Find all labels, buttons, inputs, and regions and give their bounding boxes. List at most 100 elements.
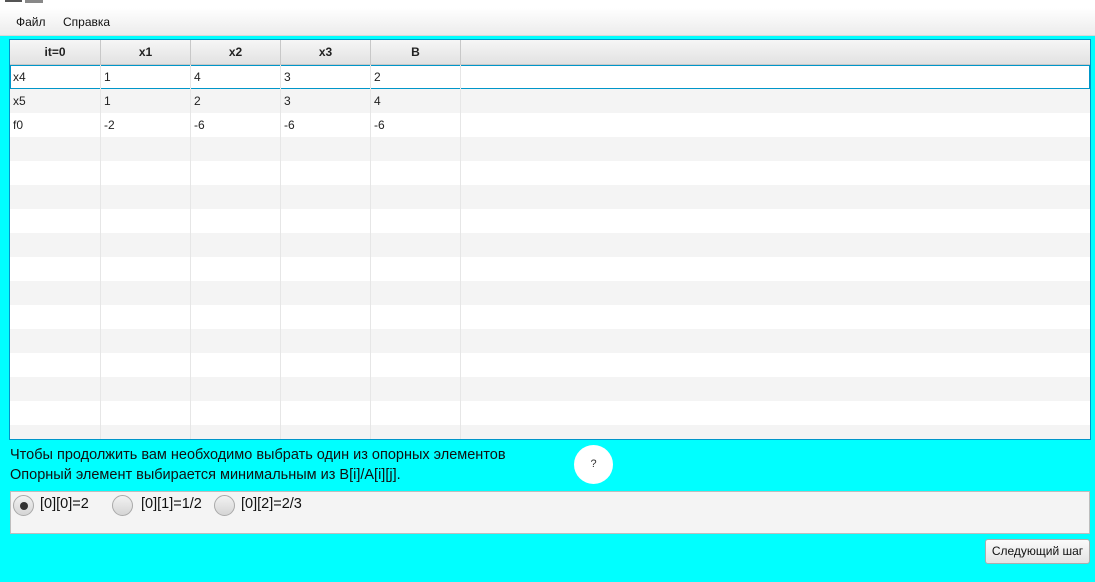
table-cell[interactable] xyxy=(10,233,101,257)
table-cell[interactable] xyxy=(281,233,371,257)
table-cell[interactable] xyxy=(101,185,191,209)
radio-button[interactable] xyxy=(214,495,235,516)
table-cell[interactable] xyxy=(10,185,101,209)
table-row[interactable] xyxy=(10,137,1090,161)
table-cell[interactable] xyxy=(371,185,461,209)
table-cell[interactable] xyxy=(10,209,101,233)
table-cell[interactable]: f0 xyxy=(10,113,101,137)
table-cell[interactable] xyxy=(10,329,101,353)
table-cell[interactable]: 3 xyxy=(281,65,371,89)
table-cell[interactable] xyxy=(101,377,191,401)
column-header-x2[interactable]: x2 xyxy=(191,40,281,65)
table-row[interactable]: x5 1 2 3 4 xyxy=(10,89,1090,113)
table-cell[interactable] xyxy=(281,329,371,353)
table-cell[interactable] xyxy=(191,281,281,305)
table-row[interactable] xyxy=(10,329,1090,353)
table-row[interactable] xyxy=(10,425,1090,439)
table-row[interactable]: f0 -2 -6 -6 -6 xyxy=(10,113,1090,137)
table-row[interactable] xyxy=(10,161,1090,185)
table-cell[interactable] xyxy=(10,401,101,425)
table-cell[interactable] xyxy=(101,257,191,281)
menu-help[interactable]: Справка xyxy=(63,15,110,29)
table-cell[interactable]: x4 xyxy=(10,65,101,89)
help-button[interactable]: ? xyxy=(574,445,613,484)
table-cell[interactable] xyxy=(191,209,281,233)
table-row[interactable]: x4 1 4 3 2 xyxy=(10,65,1090,89)
table-cell[interactable] xyxy=(371,161,461,185)
table-cell[interactable] xyxy=(281,161,371,185)
pivot-option-0[interactable]: [0][0]=2 xyxy=(13,494,108,516)
table-cell[interactable] xyxy=(371,233,461,257)
table-cell[interactable] xyxy=(191,401,281,425)
table-cell[interactable] xyxy=(371,425,461,439)
table-cell[interactable] xyxy=(281,185,371,209)
table-cell[interactable] xyxy=(191,329,281,353)
table-cell[interactable]: 1 xyxy=(101,65,191,89)
menu-file[interactable]: Файл xyxy=(16,15,46,29)
table-cell[interactable] xyxy=(10,425,101,439)
table-cell[interactable] xyxy=(371,377,461,401)
table-cell[interactable] xyxy=(101,353,191,377)
table-cell[interactable] xyxy=(101,425,191,439)
table-cell[interactable] xyxy=(101,137,191,161)
table-row[interactable] xyxy=(10,209,1090,233)
table-row[interactable] xyxy=(10,185,1090,209)
table-cell[interactable]: 4 xyxy=(371,89,461,113)
table-cell[interactable] xyxy=(10,377,101,401)
table-cell[interactable] xyxy=(281,305,371,329)
table-cell[interactable] xyxy=(101,401,191,425)
table-cell[interactable] xyxy=(371,137,461,161)
table-cell[interactable]: x5 xyxy=(10,89,101,113)
table-cell[interactable]: -6 xyxy=(371,113,461,137)
table-cell[interactable] xyxy=(191,425,281,439)
radio-button[interactable] xyxy=(13,495,34,516)
table-row[interactable] xyxy=(10,377,1090,401)
table-cell[interactable] xyxy=(10,137,101,161)
pivot-option-1[interactable]: [0][1]=1/2 xyxy=(112,494,212,516)
table-cell[interactable]: 2 xyxy=(191,89,281,113)
table-cell[interactable] xyxy=(10,353,101,377)
table-cell[interactable] xyxy=(191,353,281,377)
table-cell[interactable] xyxy=(371,401,461,425)
table-row[interactable] xyxy=(10,281,1090,305)
pivot-option-2[interactable]: [0][2]=2/3 xyxy=(214,494,314,516)
column-header-x1[interactable]: x1 xyxy=(101,40,191,65)
table-cell[interactable] xyxy=(10,161,101,185)
table-cell[interactable] xyxy=(191,161,281,185)
table-cell[interactable] xyxy=(281,401,371,425)
table-cell[interactable]: 3 xyxy=(281,89,371,113)
table-cell[interactable] xyxy=(101,161,191,185)
table-cell[interactable] xyxy=(371,353,461,377)
table-cell[interactable]: -2 xyxy=(101,113,191,137)
table-cell[interactable] xyxy=(281,257,371,281)
simplex-table[interactable]: it=0 x1 x2 x3 B x4 1 4 3 2 x5 1 2 3 4 f0 -2 -6 -6 -6 xyxy=(9,39,1091,440)
table-cell[interactable] xyxy=(10,281,101,305)
table-cell[interactable] xyxy=(101,209,191,233)
table-cell[interactable]: 1 xyxy=(101,89,191,113)
table-cell[interactable] xyxy=(191,185,281,209)
table-cell[interactable] xyxy=(281,281,371,305)
table-cell[interactable] xyxy=(371,257,461,281)
column-header-iteration[interactable]: it=0 xyxy=(10,40,101,65)
table-cell[interactable] xyxy=(191,233,281,257)
table-cell[interactable] xyxy=(101,329,191,353)
table-cell[interactable]: -6 xyxy=(191,113,281,137)
table-cell[interactable] xyxy=(371,329,461,353)
table-cell[interactable] xyxy=(10,257,101,281)
table-cell[interactable] xyxy=(281,137,371,161)
table-row[interactable] xyxy=(10,233,1090,257)
column-header-b[interactable]: B xyxy=(371,40,461,65)
table-cell[interactable] xyxy=(371,281,461,305)
table-cell[interactable] xyxy=(191,305,281,329)
table-cell[interactable] xyxy=(371,305,461,329)
table-cell[interactable] xyxy=(191,257,281,281)
table-cell[interactable] xyxy=(191,377,281,401)
table-cell[interactable] xyxy=(371,209,461,233)
table-cell[interactable]: -6 xyxy=(281,113,371,137)
table-cell[interactable] xyxy=(281,425,371,439)
table-row[interactable] xyxy=(10,401,1090,425)
radio-button[interactable] xyxy=(112,495,133,516)
table-cell[interactable] xyxy=(101,233,191,257)
table-cell[interactable] xyxy=(10,305,101,329)
table-cell[interactable]: 4 xyxy=(191,65,281,89)
